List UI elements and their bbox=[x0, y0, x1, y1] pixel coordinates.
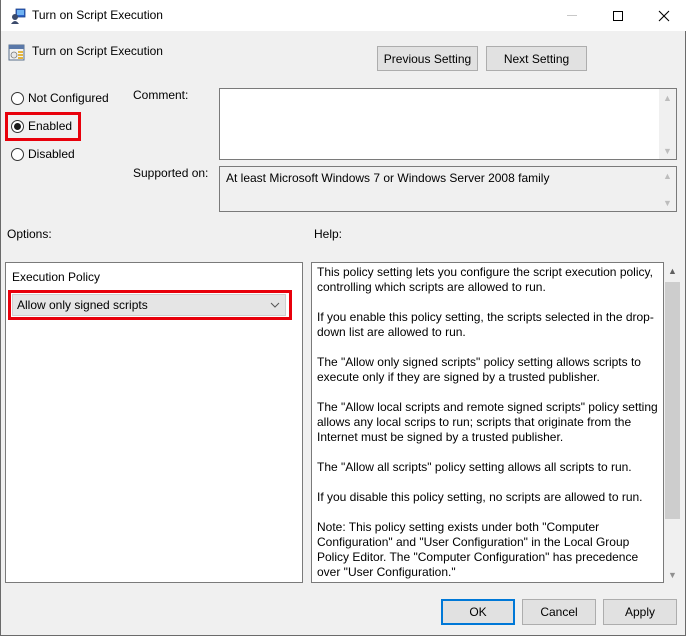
help-paragraph: The "Allow all scripts" policy setting a… bbox=[317, 460, 632, 474]
help-paragraph: This policy setting lets you configure t… bbox=[317, 265, 653, 294]
scroll-down-icon[interactable]: ▼ bbox=[659, 142, 676, 159]
help-text: This policy setting lets you configure t… bbox=[317, 265, 660, 582]
help-paragraph: The "Allow only signed scripts" policy s… bbox=[317, 355, 641, 384]
help-scrollbar[interactable]: ▲ ▼ bbox=[664, 262, 681, 583]
help-panel: This policy setting lets you configure t… bbox=[311, 262, 664, 583]
close-button[interactable] bbox=[641, 0, 686, 31]
radio-label: Disabled bbox=[28, 147, 75, 161]
comment-field[interactable]: ▲ ▼ bbox=[219, 88, 677, 160]
scroll-up-icon[interactable]: ▲ bbox=[664, 262, 681, 279]
group-policy-app-icon bbox=[11, 8, 26, 24]
help-paragraph: If you disable this policy setting, no s… bbox=[317, 490, 643, 504]
radio-button[interactable] bbox=[11, 91, 24, 105]
scroll-down-icon[interactable]: ▼ bbox=[664, 566, 681, 583]
maximize-icon bbox=[613, 10, 623, 21]
radio-disabled[interactable]: Disabled bbox=[11, 147, 75, 161]
radio-button[interactable] bbox=[11, 147, 24, 161]
comment-scrollbar[interactable]: ▲ ▼ bbox=[659, 89, 676, 159]
options-panel: Execution Policy Allow only signed scrip… bbox=[5, 262, 303, 583]
radio-label: Not Configured bbox=[28, 91, 109, 105]
scroll-up-icon[interactable]: ▲ bbox=[659, 89, 676, 106]
policy-dialog-window: Turn on Script Execution Turn on Script … bbox=[0, 0, 686, 636]
next-setting-button[interactable]: Next Setting bbox=[486, 46, 587, 71]
help-paragraph: The "Allow local scripts and remote sign… bbox=[317, 400, 658, 444]
cancel-button[interactable]: Cancel bbox=[522, 599, 596, 625]
comment-input[interactable] bbox=[220, 89, 658, 159]
highlight-box-dropdown bbox=[8, 290, 292, 320]
supported-on-field: At least Microsoft Windows 7 or Windows … bbox=[219, 166, 677, 212]
scrollbar-thumb[interactable] bbox=[665, 282, 680, 519]
scroll-up-icon[interactable]: ▲ bbox=[659, 167, 676, 184]
execution-policy-label: Execution Policy bbox=[12, 270, 101, 284]
radio-not-configured[interactable]: Not Configured bbox=[11, 91, 109, 105]
window-title: Turn on Script Execution bbox=[32, 8, 163, 22]
comment-label: Comment: bbox=[133, 88, 189, 102]
ok-button[interactable]: OK bbox=[441, 599, 515, 625]
highlight-box-enabled bbox=[5, 112, 81, 141]
supported-scrollbar[interactable]: ▲ ▼ bbox=[659, 167, 676, 211]
options-label: Options: bbox=[7, 227, 52, 241]
close-icon bbox=[658, 10, 670, 21]
minimize-icon bbox=[567, 15, 577, 16]
supported-on-value: At least Microsoft Windows 7 or Windows … bbox=[226, 171, 550, 185]
minimize-button[interactable] bbox=[549, 0, 595, 31]
policy-title: Turn on Script Execution bbox=[32, 44, 163, 58]
help-paragraph: Note: This policy setting exists under b… bbox=[317, 520, 639, 579]
help-label: Help: bbox=[314, 227, 343, 241]
help-paragraph: If you enable this policy setting, the s… bbox=[317, 310, 654, 339]
apply-button[interactable]: Apply bbox=[603, 599, 677, 625]
supported-on-label: Supported on: bbox=[133, 166, 209, 180]
previous-setting-button[interactable]: Previous Setting bbox=[377, 46, 478, 71]
title-bar: Turn on Script Execution bbox=[1, 0, 686, 31]
scroll-down-icon[interactable]: ▼ bbox=[659, 194, 676, 211]
policy-setting-icon bbox=[8, 44, 25, 61]
maximize-button[interactable] bbox=[595, 0, 641, 31]
